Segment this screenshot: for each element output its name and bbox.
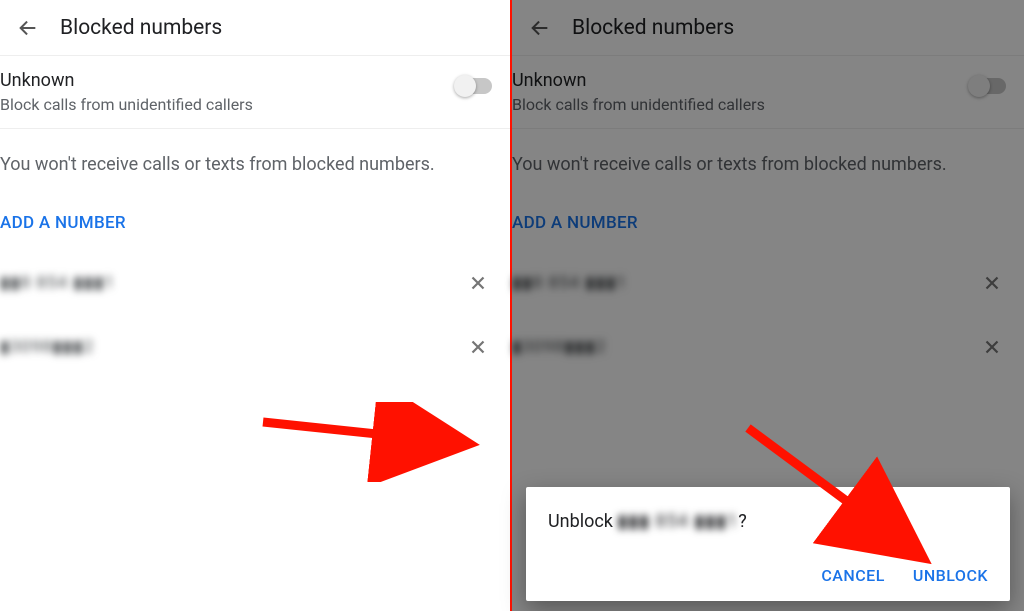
remove-number-icon[interactable]	[464, 269, 492, 297]
info-text: You won't receive calls or texts from bl…	[0, 129, 510, 177]
screen-blocked-numbers-left: Blocked numbers Unknown Block calls from…	[0, 0, 512, 611]
unknown-toggle[interactable]	[456, 78, 492, 94]
dialog-suffix: ?	[738, 511, 747, 532]
unblock-button[interactable]: UNBLOCK	[913, 566, 988, 585]
page-title: Blocked numbers	[60, 16, 222, 40]
header: Blocked numbers	[0, 0, 510, 56]
dialog-prefix: Unblock	[548, 511, 617, 532]
unblock-dialog: Unblock ▮▮▮ 854 ▮▮▮1? CANCEL UNBLOCK	[526, 487, 1010, 601]
remove-number-icon[interactable]	[464, 333, 492, 361]
screen-blocked-numbers-right: Blocked numbers Unknown Block calls from…	[512, 0, 1024, 611]
dialog-text: Unblock ▮▮▮ 854 ▮▮▮1?	[548, 511, 988, 532]
dialog-number: ▮▮▮ 854 ▮▮▮1	[617, 511, 738, 532]
unknown-subtitle: Block calls from unidentified callers	[0, 95, 494, 114]
cancel-button[interactable]: CANCEL	[821, 566, 885, 585]
back-icon[interactable]	[8, 8, 48, 48]
add-number-button[interactable]: ADD A NUMBER	[0, 213, 510, 233]
blocked-number-row: ▮▮8 854 ▮▮▮1	[0, 251, 510, 315]
blocked-number-value: ▮▮8 854 ▮▮▮1	[0, 273, 115, 293]
unknown-section: Unknown Block calls from unidentified ca…	[0, 56, 510, 129]
blocked-number-value: ▮3098▮▮▮2	[0, 337, 94, 357]
blocked-number-row: ▮3098▮▮▮2	[0, 315, 510, 379]
unknown-title: Unknown	[0, 70, 494, 91]
